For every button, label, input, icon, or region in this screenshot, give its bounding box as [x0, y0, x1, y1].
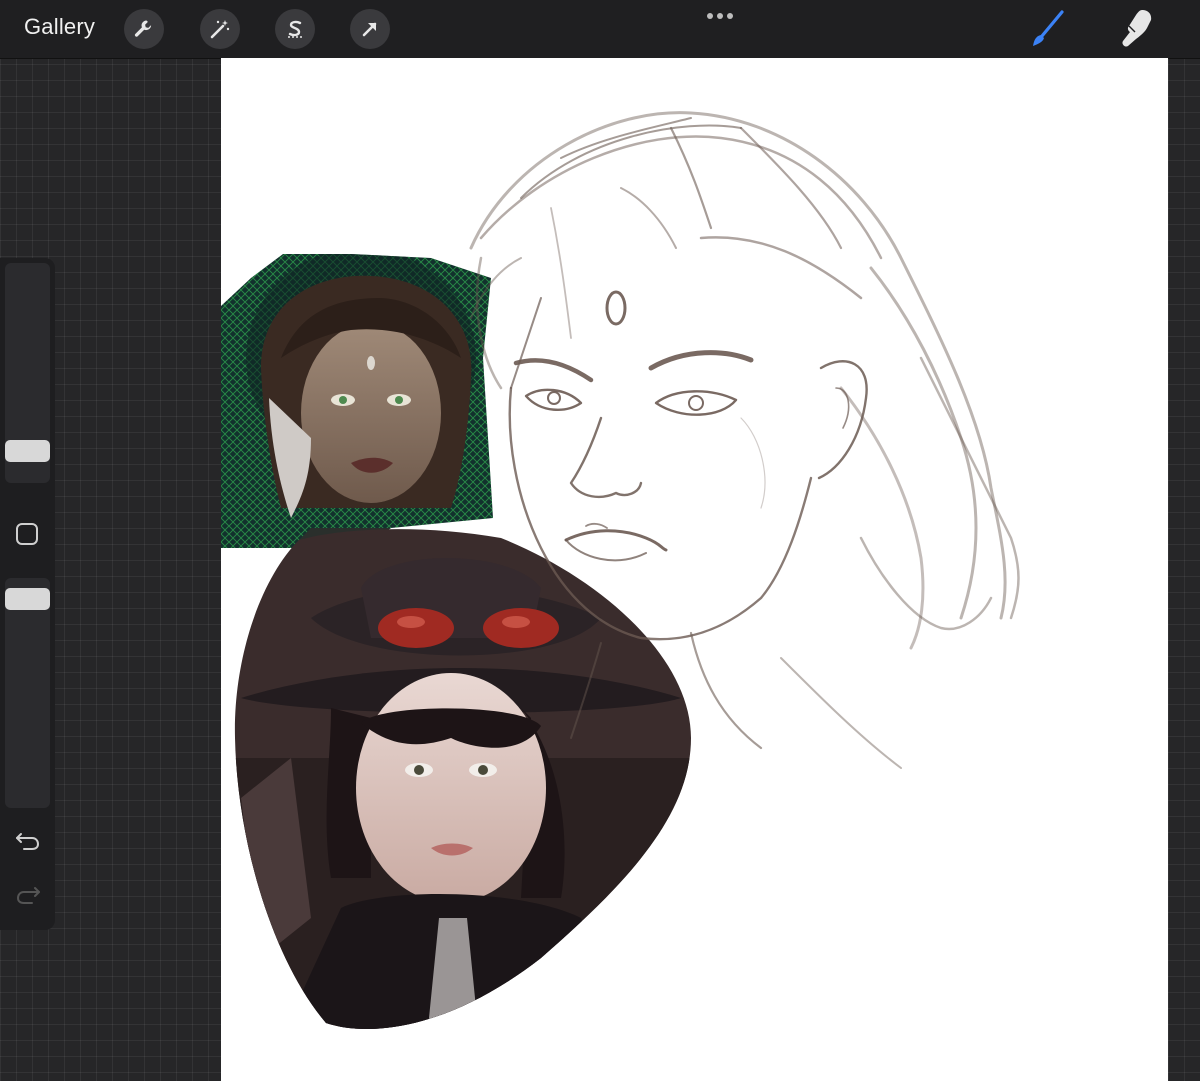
brush-size-thumb[interactable]	[5, 440, 50, 462]
gallery-button[interactable]: Gallery	[24, 14, 95, 40]
actions-button[interactable]	[124, 9, 164, 49]
adjustments-button[interactable]	[200, 9, 240, 49]
smudge-finger-icon[interactable]	[1114, 6, 1160, 52]
selection-button[interactable]	[275, 9, 315, 49]
reference-image-hat-portrait[interactable]	[221, 518, 701, 1038]
more-options-icon[interactable]	[702, 6, 738, 26]
reference-image-painted-portrait[interactable]	[221, 248, 501, 558]
procreate-app: Gallery	[0, 0, 1200, 1081]
opacity-thumb[interactable]	[5, 588, 50, 610]
magic-wand-icon	[210, 20, 230, 39]
artwork	[221, 111, 1020, 1038]
redo-arrow-icon[interactable]	[14, 882, 42, 906]
wrench-icon	[134, 20, 152, 37]
drawing-canvas[interactable]	[221, 58, 1168, 1081]
undo-arrow-icon[interactable]	[14, 828, 42, 852]
top-toolbar: Gallery	[0, 0, 1200, 59]
opacity-slider[interactable]	[5, 578, 50, 808]
left-sidebar	[0, 258, 55, 930]
brush-size-slider[interactable]	[5, 263, 50, 483]
transform-button[interactable]	[350, 9, 390, 49]
arrow-cursor-icon	[362, 22, 377, 37]
square-modify-icon[interactable]	[16, 523, 38, 545]
brush-icon[interactable]	[1024, 6, 1070, 52]
selection-s-icon	[288, 20, 302, 38]
